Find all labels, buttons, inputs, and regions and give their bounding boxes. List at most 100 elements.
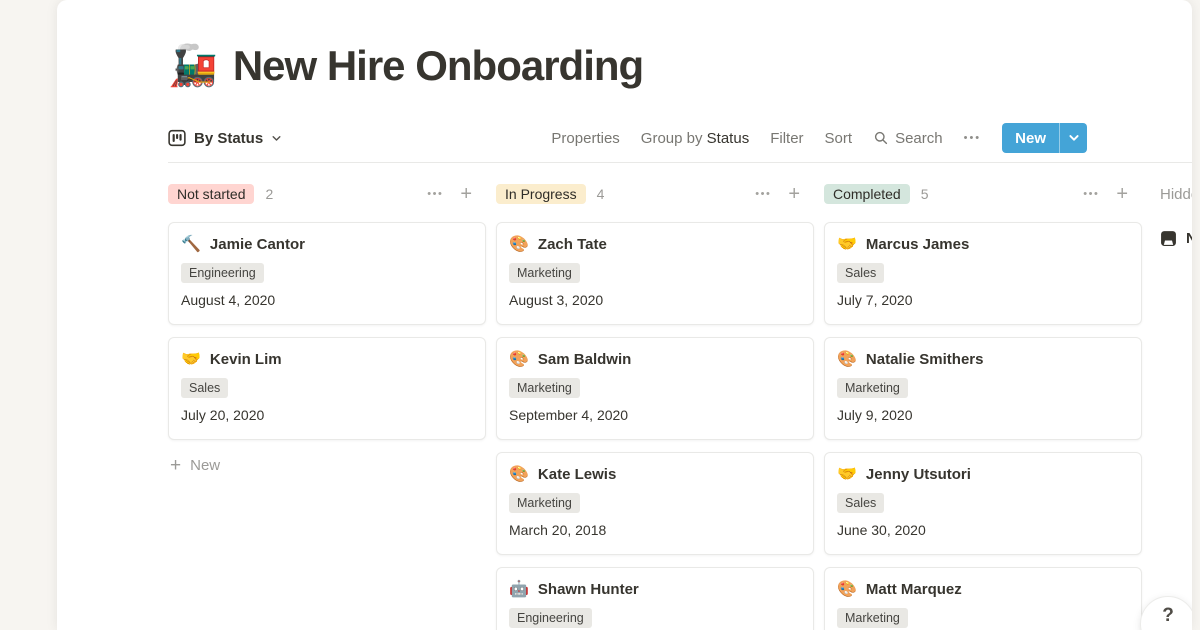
handshake-icon: 🤝 — [837, 235, 857, 254]
card-date: September 4, 2020 — [509, 407, 801, 423]
card-shawn-hunter[interactable]: 🤖 Shawn Hunter Engineering — [496, 567, 814, 630]
card-matt-marquez[interactable]: 🎨 Matt Marquez Marketing — [824, 567, 1142, 630]
department-tag: Engineering — [509, 608, 592, 628]
card-title-row: 🤖 Shawn Hunter — [509, 580, 801, 599]
new-button-dropdown[interactable] — [1060, 123, 1087, 153]
column-in-progress: In Progress 4 ••• + 🎨 Zach Tate Marketin… — [496, 181, 814, 630]
card-name: Matt Marquez — [866, 581, 962, 598]
department-tag: Sales — [837, 263, 884, 283]
page-icon[interactable]: 🚂 — [168, 46, 218, 86]
card-title-row: 🎨 Sam Baldwin — [509, 350, 801, 369]
add-card-button[interactable]: + New — [168, 454, 486, 477]
page-title[interactable]: New Hire Onboarding — [233, 42, 643, 90]
new-button[interactable]: New — [1002, 123, 1087, 153]
card-title-row: 🤝 Marcus James — [837, 235, 1129, 254]
card-name: Shawn Hunter — [538, 581, 639, 598]
card-title-row: 🔨 Jamie Cantor — [181, 235, 473, 254]
column-header-actions: ••• + — [427, 185, 472, 203]
department-tag: Marketing — [509, 493, 580, 513]
add-card-label: New — [190, 457, 220, 474]
card-name: Jenny Utsutori — [866, 466, 971, 483]
column-add-button[interactable]: + — [1116, 185, 1128, 203]
search-label: Search — [895, 130, 943, 147]
hidden-group-no-status[interactable]: No Status — [1160, 222, 1192, 247]
hidden-columns-toggle[interactable]: Hidden columns — [1160, 181, 1192, 207]
column-count: 4 — [597, 186, 605, 202]
column-add-button[interactable]: + — [460, 185, 472, 203]
column-header: In Progress 4 ••• + — [496, 181, 814, 207]
view-label: By Status — [194, 130, 263, 147]
card-title-row: 🎨 Kate Lewis — [509, 465, 801, 484]
search-button[interactable]: Search — [873, 130, 943, 147]
properties-button[interactable]: Properties — [551, 130, 619, 147]
palette-icon: 🎨 — [509, 235, 529, 254]
column-count: 2 — [265, 186, 273, 202]
card-natalie-smithers[interactable]: 🎨 Natalie Smithers Marketing July 9, 202… — [824, 337, 1142, 440]
group-by-value: Status — [707, 130, 750, 147]
robot-icon: 🤖 — [509, 580, 529, 599]
card-date: July 9, 2020 — [837, 407, 1129, 423]
column-header: Completed 5 ••• + — [824, 181, 1142, 207]
column-header-actions: ••• + — [755, 185, 800, 203]
card-kevin-lim[interactable]: 🤝 Kevin Lim Sales July 20, 2020 — [168, 337, 486, 440]
column-not-started: Not started 2 ••• + 🔨 Jamie Cantor Engin… — [168, 181, 486, 630]
card-title-row: 🤝 Jenny Utsutori — [837, 465, 1129, 484]
toolbar-divider — [168, 162, 1192, 163]
column-count: 5 — [921, 186, 929, 202]
card-jamie-cantor[interactable]: 🔨 Jamie Cantor Engineering August 4, 202… — [168, 222, 486, 325]
filter-button[interactable]: Filter — [770, 130, 803, 147]
column-completed: Completed 5 ••• + 🤝 Marcus James Sales J… — [824, 181, 1142, 630]
handshake-icon: 🤝 — [181, 350, 201, 369]
page-title-row: 🚂 New Hire Onboarding — [168, 42, 643, 90]
department-tag: Marketing — [837, 378, 908, 398]
card-date: July 20, 2020 — [181, 407, 473, 423]
card-zach-tate[interactable]: 🎨 Zach Tate Marketing August 3, 2020 — [496, 222, 814, 325]
new-button-label[interactable]: New — [1002, 123, 1059, 153]
department-tag: Marketing — [509, 378, 580, 398]
card-title-row: 🎨 Zach Tate — [509, 235, 801, 254]
card-jenny-utsutori[interactable]: 🤝 Jenny Utsutori Sales June 30, 2020 — [824, 452, 1142, 555]
card-title-row: 🎨 Natalie Smithers — [837, 350, 1129, 369]
hammer-icon: 🔨 — [181, 235, 201, 254]
card-marcus-james[interactable]: 🤝 Marcus James Sales July 7, 2020 — [824, 222, 1142, 325]
card-name: Marcus James — [866, 236, 969, 253]
column-more-button[interactable]: ••• — [755, 188, 771, 200]
department-tag: Engineering — [181, 263, 264, 283]
view-toolbar: By Status Properties Group by Status Fil… — [168, 122, 1087, 154]
card-date: August 4, 2020 — [181, 292, 473, 308]
card-date: July 7, 2020 — [837, 292, 1129, 308]
status-badge[interactable]: Not started — [168, 184, 254, 204]
hidden-columns-section: Hidden columns No Status — [1160, 181, 1192, 630]
card-title-row: 🎨 Matt Marquez — [837, 580, 1129, 599]
department-tag: Marketing — [509, 263, 580, 283]
department-tag: Marketing — [837, 608, 908, 628]
toolbar-actions: Properties Group by Status Filter Sort S… — [551, 123, 1087, 153]
group-by-prefix: Group by — [641, 130, 703, 147]
status-badge[interactable]: In Progress — [496, 184, 586, 204]
palette-icon: 🎨 — [837, 580, 857, 599]
card-date: August 3, 2020 — [509, 292, 801, 308]
board-view-icon — [168, 129, 186, 147]
department-tag: Sales — [837, 493, 884, 513]
card-title-row: 🤝 Kevin Lim — [181, 350, 473, 369]
inbox-icon — [1160, 230, 1177, 247]
search-icon — [873, 130, 889, 146]
card-name: Kate Lewis — [538, 466, 616, 483]
card-date: June 30, 2020 — [837, 522, 1129, 538]
card-sam-baldwin[interactable]: 🎨 Sam Baldwin Marketing September 4, 202… — [496, 337, 814, 440]
column-header: Not started 2 ••• + — [168, 181, 486, 207]
card-date: March 20, 2018 — [509, 522, 801, 538]
view-tab-by-status[interactable]: By Status — [168, 129, 282, 147]
more-options-button[interactable]: ••• — [964, 132, 982, 144]
status-badge[interactable]: Completed — [824, 184, 910, 204]
column-more-button[interactable]: ••• — [1083, 188, 1099, 200]
group-by-button[interactable]: Group by Status — [641, 130, 749, 147]
column-more-button[interactable]: ••• — [427, 188, 443, 200]
column-add-button[interactable]: + — [788, 185, 800, 203]
plus-icon: + — [170, 456, 181, 475]
sort-button[interactable]: Sort — [825, 130, 853, 147]
department-tag: Sales — [181, 378, 228, 398]
card-name: Zach Tate — [538, 236, 607, 253]
chevron-down-icon — [271, 133, 282, 144]
card-kate-lewis[interactable]: 🎨 Kate Lewis Marketing March 20, 2018 — [496, 452, 814, 555]
